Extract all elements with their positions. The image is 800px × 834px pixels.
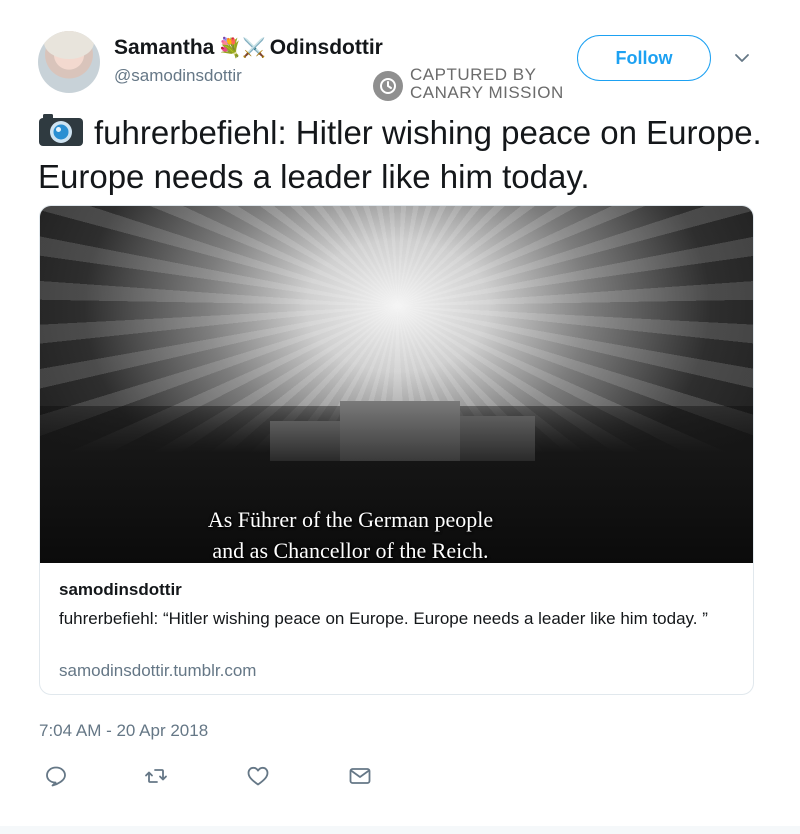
tweet-actions xyxy=(38,764,438,790)
card-image-subtitle-2: and as Chancellor of the Reich. xyxy=(212,538,489,563)
avatar[interactable] xyxy=(38,31,100,93)
capture-watermark: CAPTURED BY CANARY MISSION xyxy=(373,65,573,105)
user-handle[interactable]: @samodinsdottir xyxy=(114,66,242,86)
reply-icon[interactable] xyxy=(44,764,68,788)
retweet-icon[interactable] xyxy=(144,764,168,788)
direct-message-icon[interactable] xyxy=(348,764,372,788)
card-description: fuhrerbefiehl: “Hitler wishing peace on … xyxy=(59,609,708,628)
watermark-line-2: CANARY MISSION xyxy=(410,83,564,102)
display-name-emoji: 💐⚔️ xyxy=(218,38,266,59)
follow-button[interactable]: Follow xyxy=(577,35,711,81)
card-image-subtitle-1: As Führer of the German people xyxy=(207,507,494,532)
tweet-timestamp[interactable]: 7:04 AM - 20 Apr 2018 xyxy=(39,721,208,741)
bottom-divider xyxy=(0,826,800,834)
clock-icon xyxy=(373,71,403,101)
tweet-body: fuhrerbefiehl: Hitler wishing peace on E… xyxy=(38,114,762,195)
chevron-down-icon[interactable] xyxy=(734,50,750,66)
watermark-line-1: CAPTURED BY xyxy=(410,65,537,84)
display-name-last: Odinsdottir xyxy=(269,36,383,59)
display-name-first: Samantha xyxy=(114,36,215,59)
card-image: As Führer of the German people and as Ch… xyxy=(40,206,753,563)
tweet-text: fuhrerbefiehl: Hitler wishing peace on E… xyxy=(38,112,768,197)
camera-icon xyxy=(38,113,84,156)
display-name[interactable]: Samantha 💐⚔️ Odinsdottir xyxy=(114,36,383,60)
card-title: samodinsdottir xyxy=(59,580,182,599)
link-card[interactable]: As Führer of the German people and as Ch… xyxy=(39,205,754,695)
like-icon[interactable] xyxy=(246,764,270,788)
card-domain: samodinsdottir.tumblr.com xyxy=(59,661,257,680)
